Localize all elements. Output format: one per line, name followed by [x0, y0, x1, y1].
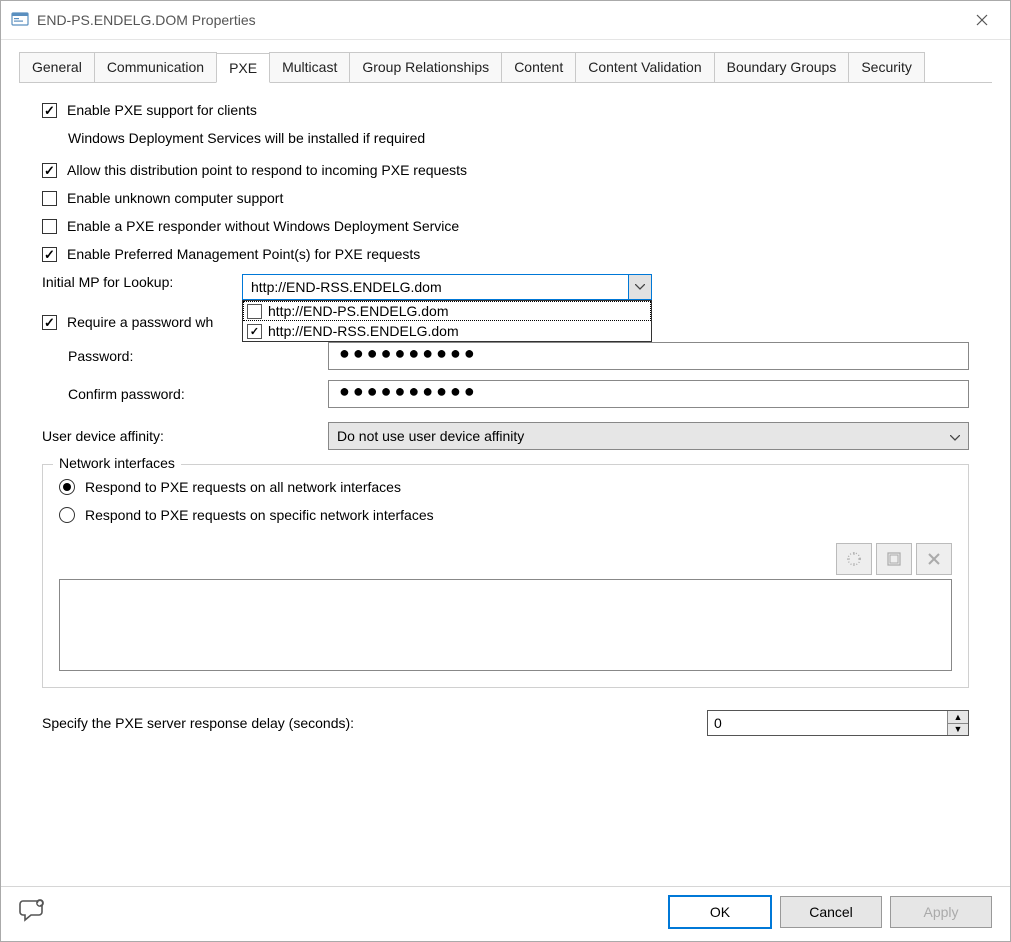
network-group-legend: Network interfaces	[53, 455, 181, 471]
ok-button[interactable]: OK	[668, 895, 772, 929]
wds-note: Windows Deployment Services will be inst…	[68, 130, 969, 146]
unknown-computer-label: Enable unknown computer support	[67, 190, 283, 206]
dialog-footer: OK Cancel Apply	[1, 886, 1010, 941]
mp-option-1-label: http://END-RSS.ENDELG.dom	[268, 323, 459, 339]
pxe-responder-checkbox[interactable]	[42, 219, 57, 234]
radio-specific-label: Respond to PXE requests on specific netw…	[85, 507, 434, 523]
cancel-button[interactable]: Cancel	[780, 896, 882, 928]
require-password-checkbox[interactable]	[42, 315, 57, 330]
unknown-computer-checkbox[interactable]	[42, 191, 57, 206]
confirm-password-input[interactable]: ●●●●●●●●●●	[328, 380, 969, 408]
tab-multicast[interactable]: Multicast	[269, 52, 350, 82]
enable-pxe-checkbox[interactable]	[42, 103, 57, 118]
mp-option-1[interactable]: http://END-RSS.ENDELG.dom	[243, 321, 651, 341]
tab-pxe[interactable]: PXE	[216, 53, 270, 83]
delete-interface-button[interactable]	[916, 543, 952, 575]
delay-up-button[interactable]: ▲	[948, 711, 968, 723]
preferred-mp-checkbox[interactable]	[42, 247, 57, 262]
network-interfaces-group: Network interfaces Respond to PXE reques…	[42, 464, 969, 688]
radio-all-label: Respond to PXE requests on all network i…	[85, 479, 401, 495]
tab-security[interactable]: Security	[848, 52, 925, 82]
affinity-select[interactable]: Do not use user device affinity	[328, 422, 969, 450]
affinity-label: User device affinity:	[42, 428, 328, 444]
radio-all-interfaces[interactable]	[59, 479, 75, 495]
edit-interface-button[interactable]	[876, 543, 912, 575]
allow-respond-label: Allow this distribution point to respond…	[67, 162, 467, 178]
pxe-panel: Enable PXE support for clients Windows D…	[19, 83, 992, 886]
initial-mp-value: http://END-RSS.ENDELG.dom	[243, 279, 628, 295]
preferred-mp-label: Enable Preferred Management Point(s) for…	[67, 246, 420, 262]
delay-label: Specify the PXE server response delay (s…	[42, 715, 707, 731]
close-button[interactable]	[962, 5, 1002, 35]
tab-communication[interactable]: Communication	[94, 52, 217, 82]
pxe-responder-label: Enable a PXE responder without Windows D…	[67, 218, 459, 234]
titlebar: END-PS.ENDELG.DOM Properties	[1, 1, 1010, 40]
mp-option-1-checkbox[interactable]	[247, 324, 262, 339]
tab-bar: General Communication PXE Multicast Grou…	[19, 52, 992, 83]
properties-dialog: END-PS.ENDELG.DOM Properties General Com…	[0, 0, 1011, 942]
radio-specific-interfaces[interactable]	[59, 507, 75, 523]
help-icon[interactable]	[19, 897, 53, 927]
allow-respond-checkbox[interactable]	[42, 163, 57, 178]
delay-value[interactable]: 0	[708, 711, 947, 735]
window-title: END-PS.ENDELG.DOM Properties	[37, 12, 962, 28]
mp-option-0-label: http://END-PS.ENDELG.dom	[268, 303, 449, 319]
tab-group-relationships[interactable]: Group Relationships	[349, 52, 502, 82]
delay-spinner[interactable]: 0 ▲ ▼	[707, 710, 969, 736]
delay-down-button[interactable]: ▼	[948, 723, 968, 736]
confirm-password-label: Confirm password:	[68, 386, 328, 402]
mp-option-0[interactable]: http://END-PS.ENDELG.dom	[243, 301, 651, 321]
chevron-down-icon	[950, 428, 960, 444]
tab-content[interactable]: Content	[501, 52, 576, 82]
initial-mp-dropdown: http://END-PS.ENDELG.dom http://END-RSS.…	[242, 300, 652, 342]
app-icon	[11, 11, 29, 29]
mp-option-0-checkbox[interactable]	[247, 304, 262, 319]
password-input[interactable]: ●●●●●●●●●●	[328, 342, 969, 370]
interfaces-listbox[interactable]	[59, 579, 952, 671]
enable-pxe-label: Enable PXE support for clients	[67, 102, 257, 118]
chevron-down-icon[interactable]	[628, 275, 651, 299]
affinity-value: Do not use user device affinity	[337, 428, 524, 444]
require-password-label: Require a password wh	[67, 314, 213, 330]
add-interface-button[interactable]	[836, 543, 872, 575]
apply-button[interactable]: Apply	[890, 896, 992, 928]
tab-boundary-groups[interactable]: Boundary Groups	[714, 52, 850, 82]
tab-general[interactable]: General	[19, 52, 95, 82]
tab-content-validation[interactable]: Content Validation	[575, 52, 714, 82]
initial-mp-combobox[interactable]: http://END-RSS.ENDELG.dom http://END-PS.…	[242, 274, 652, 300]
initial-mp-label: Initial MP for Lookup:	[42, 274, 242, 290]
password-label: Password:	[68, 348, 328, 364]
